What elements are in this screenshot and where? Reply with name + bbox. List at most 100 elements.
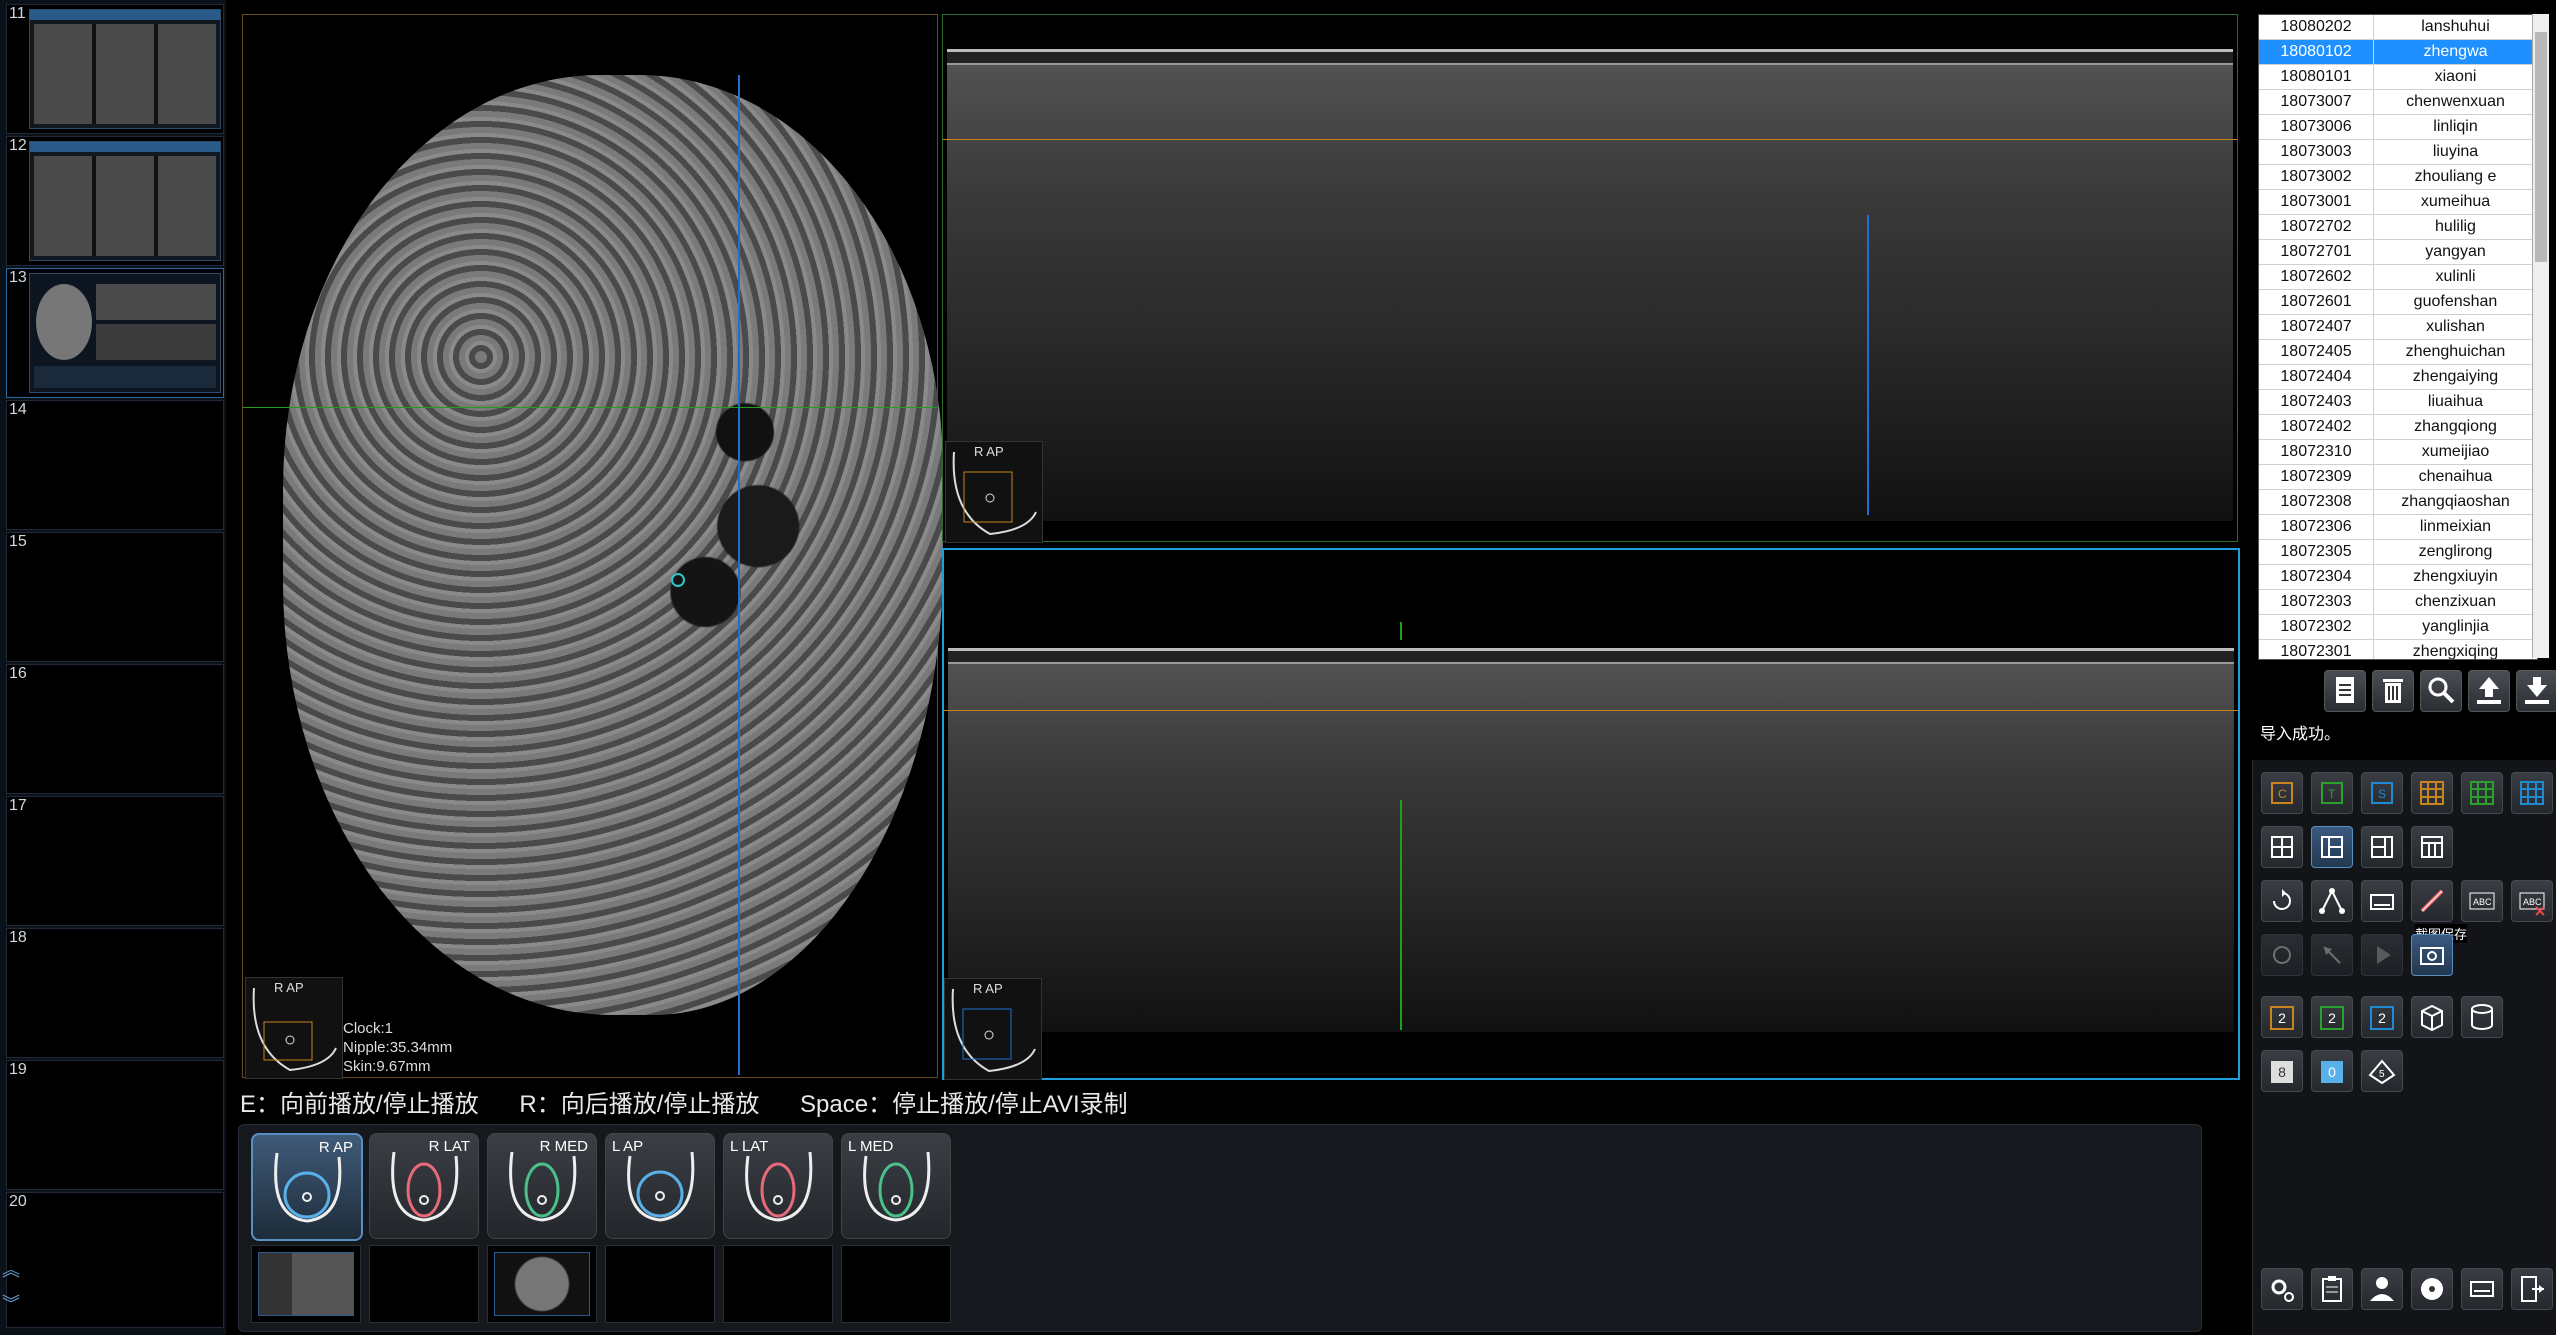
exit-door-icon[interactable] (2511, 1268, 2553, 1310)
thumbnail-slot[interactable]: 14 (6, 400, 224, 530)
patient-row[interactable]: 18072407 xulishan (2259, 315, 2537, 340)
patient-row[interactable]: 18072403 liuaihua (2259, 390, 2537, 415)
layout-quad-icon[interactable] (2261, 826, 2303, 868)
view-preview-l-ap[interactable] (605, 1245, 715, 1323)
view-preview-l-med[interactable] (841, 1245, 951, 1323)
grid-orange-icon[interactable] (2411, 772, 2453, 814)
patient-row[interactable]: 18072305 zenglirong (2259, 540, 2537, 565)
screenshot-save-icon[interactable] (2411, 934, 2453, 976)
disc-icon[interactable] (2411, 1268, 2453, 1310)
view-button-r-lat[interactable]: R LAT (369, 1133, 479, 1239)
thumbnail-slot[interactable]: 11 (6, 4, 224, 134)
layout-8-button[interactable]: 8 (2261, 1050, 2303, 1092)
patient-row[interactable]: 18072306 linmeixian (2259, 515, 2537, 540)
hand-tool-icon[interactable] (2261, 934, 2303, 976)
crosshair-vertical[interactable] (1400, 800, 1402, 1030)
grid-blue-icon[interactable] (2511, 772, 2553, 814)
patient-row[interactable]: 18080102 zhengwa (2259, 40, 2537, 65)
text-label-icon[interactable]: ABC (2461, 880, 2503, 922)
layout-left-split-icon[interactable] (2311, 826, 2353, 868)
user-icon[interactable] (2361, 1268, 2403, 1310)
patient-row[interactable]: 18073002 zhouliang e (2259, 165, 2537, 190)
view-button-l-med[interactable]: L MED (841, 1133, 951, 1239)
patient-row[interactable]: 18072701 yangyan (2259, 240, 2537, 265)
transverse-view[interactable]: R AP (942, 14, 2238, 543)
crosshair-horizontal[interactable] (943, 139, 2237, 140)
measure-ruler-icon[interactable] (2411, 880, 2453, 922)
keyboard-icon[interactable] (2361, 880, 2403, 922)
text-delete-icon[interactable]: ABC (2511, 880, 2553, 922)
crosshair-horizontal[interactable] (944, 710, 2238, 711)
cube-3d-icon[interactable] (2411, 996, 2453, 1038)
pointer-icon[interactable] (2311, 934, 2353, 976)
crosshair-vertical[interactable] (738, 75, 740, 1075)
view-preview-r-med[interactable] (487, 1245, 597, 1323)
patient-row[interactable]: 18072301 zhengxiqing (2259, 640, 2537, 659)
trash-icon[interactable] (2372, 670, 2414, 712)
patient-row[interactable]: 18080101 xiaoni (2259, 65, 2537, 90)
thumbnail-image[interactable] (29, 141, 221, 261)
patient-row[interactable]: 18072405 zhenghuichan (2259, 340, 2537, 365)
view-button-l-ap[interactable]: L AP (605, 1133, 715, 1239)
layout-c-icon[interactable]: C (2261, 772, 2303, 814)
grid-green-icon[interactable] (2461, 772, 2503, 814)
patient-row[interactable]: 18072309 chenaihua (2259, 465, 2537, 490)
patient-list[interactable]: 18080202 lanshuhui 18080102 zhengwa 180801… (2258, 14, 2538, 660)
sagittal-view[interactable]: R AP (942, 548, 2240, 1080)
patient-row[interactable]: 18072302 yanglinjia (2259, 615, 2537, 640)
patient-row[interactable]: 18072402 zhangqiong (2259, 415, 2537, 440)
patient-row[interactable]: 18072702 hulilig (2259, 215, 2537, 240)
scroll-up-arrow[interactable]: ︽ (2, 1256, 20, 1282)
layout-s-icon[interactable]: S (2361, 772, 2403, 814)
thumbnail-slot[interactable]: 12 (6, 136, 224, 266)
thumbnail-slot[interactable]: 20 (6, 1192, 224, 1328)
drive-icon[interactable] (2461, 1268, 2503, 1310)
cylinder-icon[interactable] (2461, 996, 2503, 1038)
patient-row[interactable]: 18072303 chenzixuan (2259, 590, 2537, 615)
thumbnail-image[interactable] (29, 9, 221, 129)
document-icon[interactable] (2324, 670, 2366, 712)
view-button-r-ap[interactable]: R AP (251, 1133, 363, 1241)
patient-row[interactable]: 18080202 lanshuhui (2259, 15, 2537, 40)
view-preview-r-ap[interactable] (251, 1245, 361, 1323)
play-icon[interactable] (2361, 934, 2403, 976)
thumbnail-slot[interactable]: 17 (6, 796, 224, 926)
patient-row[interactable]: 18073006 linliqin (2259, 115, 2537, 140)
upload-icon[interactable] (2468, 670, 2510, 712)
crosshair-vertical[interactable] (1867, 215, 1869, 515)
layout-2-blue-button[interactable]: 2 (2361, 996, 2403, 1038)
patient-row[interactable]: 18073003 liuyina (2259, 140, 2537, 165)
lesion-marker-icon[interactable] (671, 573, 685, 587)
layout-2-orange-button[interactable]: 2 (2261, 996, 2303, 1038)
patient-row[interactable]: 18072601 guofenshan (2259, 290, 2537, 315)
layout-columns-icon[interactable] (2411, 826, 2453, 868)
patient-row[interactable]: 18073001 xumeihua (2259, 190, 2537, 215)
layout-right-split-icon[interactable] (2361, 826, 2403, 868)
slice-5-icon[interactable]: 5 (2361, 1050, 2403, 1092)
crosshair-horizontal[interactable] (243, 407, 937, 408)
patient-list-scrollbar[interactable] (2532, 14, 2549, 658)
view-button-r-med[interactable]: R MED (487, 1133, 597, 1239)
coronal-view[interactable]: R AP Clock:1 Nipple:35.34mm Skin:9.67mm (242, 14, 943, 1079)
patient-row[interactable]: 18072404 zhengaiying (2259, 365, 2537, 390)
thumbnail-slot[interactable]: 15 (6, 532, 224, 662)
thumbnail-slot[interactable]: 13 (6, 268, 224, 398)
thumbnail-slot[interactable]: 16 (6, 664, 224, 794)
rotate-icon[interactable] (2261, 880, 2303, 922)
clipboard-icon[interactable] (2311, 1268, 2353, 1310)
patient-row[interactable]: 18073007 chenwenxuan (2259, 90, 2537, 115)
scroll-down-arrow[interactable]: ︾ (2, 1290, 20, 1316)
patient-row[interactable]: 18072602 xulinli (2259, 265, 2537, 290)
patient-row[interactable]: 18072308 zhangqiaoshan (2259, 490, 2537, 515)
search-icon[interactable] (2420, 670, 2462, 712)
layout-2-green-button[interactable]: 2 (2311, 996, 2353, 1038)
view-preview-r-lat[interactable] (369, 1245, 479, 1323)
view-button-l-lat[interactable]: L LAT (723, 1133, 833, 1239)
layout-t-icon[interactable]: T (2311, 772, 2353, 814)
patient-row[interactable]: 18072310 xumeijiao (2259, 440, 2537, 465)
patient-row[interactable]: 18072304 zhengxiuyin (2259, 565, 2537, 590)
annotation-points-icon[interactable] (2311, 880, 2353, 922)
download-icon[interactable] (2516, 670, 2556, 712)
layout-0-button[interactable]: 0 (2311, 1050, 2353, 1092)
view-preview-l-lat[interactable] (723, 1245, 833, 1323)
